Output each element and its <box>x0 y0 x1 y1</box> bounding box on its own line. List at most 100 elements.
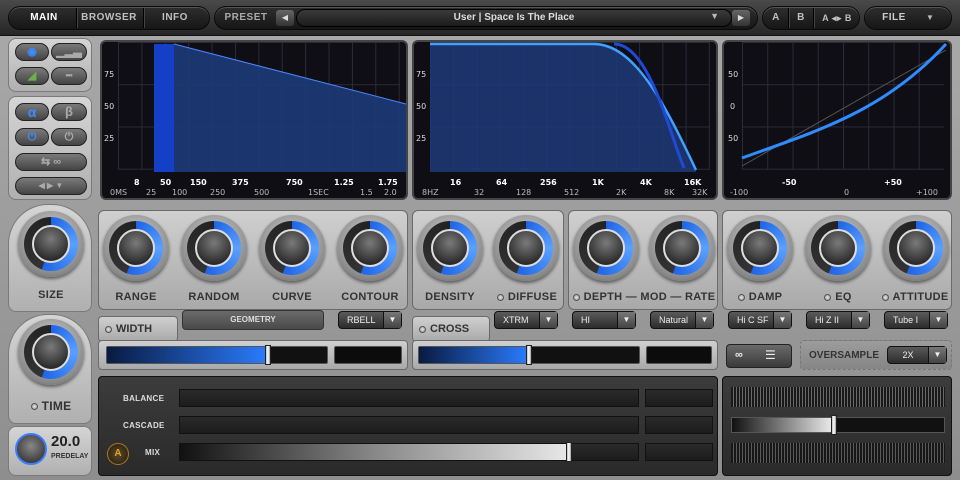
mod-led[interactable] <box>572 293 580 301</box>
tab-main[interactable]: MAIN <box>16 6 72 30</box>
cross-slider-handle[interactable] <box>526 345 532 365</box>
tab-browser[interactable]: BROWSER <box>78 6 140 30</box>
random-knob[interactable] <box>181 215 247 281</box>
width-label: WIDTH <box>105 323 152 335</box>
x-tick: 2.0 <box>384 188 397 197</box>
chevron-down-icon: ▼ <box>383 312 401 328</box>
xtrm-dropdown[interactable]: XTRM ▼ <box>494 311 558 329</box>
damp-led[interactable] <box>737 293 745 301</box>
width-slider[interactable] <box>106 345 328 365</box>
level-meter <box>731 387 945 407</box>
divider <box>143 8 144 28</box>
eq-led[interactable] <box>824 293 832 301</box>
oversample-dropdown[interactable]: 2X ▼ <box>887 346 947 364</box>
x-tick: +50 <box>884 178 902 187</box>
time-knob[interactable] <box>18 319 84 385</box>
rate-knob[interactable] <box>649 215 715 281</box>
preset-selector[interactable]: User | Space Is The Place ▼ <box>296 9 732 27</box>
predelay-knob[interactable] <box>15 433 47 465</box>
size-knob[interactable] <box>18 211 84 277</box>
x-tick: 0 <box>844 188 850 197</box>
x-tick: 0MS <box>110 188 128 197</box>
cascade-slider[interactable] <box>179 416 639 434</box>
power-icon[interactable]: ⏻ <box>51 128 87 146</box>
x-tick: 128 <box>516 188 532 197</box>
contour-label: CONTOUR <box>341 291 399 303</box>
predelay-label: PREDELAY <box>51 453 89 460</box>
x-tick: 1.25 <box>334 178 354 187</box>
contour-knob[interactable] <box>337 215 403 281</box>
preset-name: User | Space Is The Place <box>453 12 575 23</box>
chevron-down-icon: ▼ <box>929 312 947 328</box>
chevron-down-icon: ▼ <box>617 312 635 328</box>
hi-dropdown[interactable]: HI ▼ <box>572 311 636 329</box>
cascade-label: CASCADE <box>123 421 165 430</box>
preset-next-button[interactable]: ▶ <box>732 10 750 26</box>
hicsf-dropdown[interactable]: Hi C SF ▼ <box>728 311 792 329</box>
x-tick: 1.75 <box>378 178 398 187</box>
x-tick: 32K <box>692 188 708 197</box>
diffuse-knob[interactable] <box>493 215 559 281</box>
tab-info[interactable]: INFO <box>145 6 205 30</box>
diffuse-led[interactable] <box>496 293 504 301</box>
decay-icon[interactable]: ┅ <box>51 67 87 85</box>
x-tick: 256 <box>540 178 557 187</box>
power-icon[interactable]: ⏻ <box>15 128 49 146</box>
range-label: RANGE <box>115 291 157 303</box>
curve-knob[interactable] <box>259 215 325 281</box>
depth-knob[interactable] <box>573 215 639 281</box>
divider <box>788 8 789 28</box>
mix-slider-handle[interactable] <box>566 442 573 462</box>
chevron-down-icon: ▼ <box>695 312 713 328</box>
predelay-panel: 20.0 PREDELAY <box>8 426 92 476</box>
auto-icon[interactable]: A <box>107 443 129 465</box>
attitude-led[interactable] <box>881 293 889 301</box>
balance-label: BALANCE <box>123 394 165 403</box>
level-meter <box>731 443 945 463</box>
density-knob[interactable] <box>417 215 483 281</box>
x-tick: 150 <box>190 178 207 187</box>
eq-knob[interactable] <box>805 215 871 281</box>
oversample-label: OVERSAMPLE <box>809 350 880 361</box>
balance-slider[interactable] <box>179 389 639 407</box>
preset-label: PRESET <box>224 12 268 23</box>
natural-dropdown[interactable]: Natural ▼ <box>650 311 714 329</box>
time-panel: TIME <box>8 314 92 424</box>
attitude-knob[interactable] <box>883 215 949 281</box>
cross-led[interactable] <box>419 325 426 333</box>
damp-knob[interactable] <box>727 215 793 281</box>
hizii-dropdown[interactable]: Hi Z II ▼ <box>806 311 870 329</box>
density-panel: DENSITY DIFFUSE <box>412 210 564 310</box>
triangle-icon[interactable]: ◢ <box>15 67 49 85</box>
divider <box>76 8 77 28</box>
time-led[interactable] <box>30 403 38 411</box>
width-led[interactable] <box>105 325 112 333</box>
chevron-down-icon: ▼ <box>539 312 557 328</box>
geometry-button[interactable]: GEOMETRY <box>182 310 324 330</box>
spectrum-icon[interactable]: ▁▂▃ <box>51 43 87 61</box>
alpha-button[interactable]: α <box>15 103 49 121</box>
ab-a-button[interactable]: A <box>766 6 786 30</box>
size-label: SIZE <box>38 289 64 301</box>
output-fader-handle[interactable] <box>830 415 837 435</box>
tube-dropdown[interactable]: Tube I ▼ <box>884 311 948 329</box>
mix-slider[interactable] <box>179 442 639 462</box>
x-tick: 1SEC <box>308 188 329 197</box>
ab-b-button[interactable]: B <box>791 6 811 30</box>
chevron-down-icon: ▼ <box>926 13 934 22</box>
rbell-dropdown[interactable]: RBELL ▼ <box>338 311 402 329</box>
range-knob[interactable] <box>103 215 169 281</box>
beta-button[interactable]: β <box>51 103 87 121</box>
x-tick: 500 <box>254 188 270 197</box>
ab-swap-button[interactable]: A ◂▸ B <box>816 6 858 30</box>
preset-prev-button[interactable]: ◀ <box>276 10 294 26</box>
cross-slider[interactable] <box>418 345 640 365</box>
width-slider-handle[interactable] <box>264 345 271 365</box>
output-fader[interactable] <box>731 415 945 435</box>
divider <box>813 8 814 28</box>
predelay-value: 20.0 <box>51 433 81 450</box>
eye-icon[interactable]: ◉ <box>15 43 49 61</box>
view-toggle[interactable]: ∞ ☰ <box>726 344 792 368</box>
playback-controls[interactable]: ◀ ▶ ▼ <box>15 177 87 195</box>
link-icon[interactable]: ⇆ ∞ <box>15 153 87 171</box>
